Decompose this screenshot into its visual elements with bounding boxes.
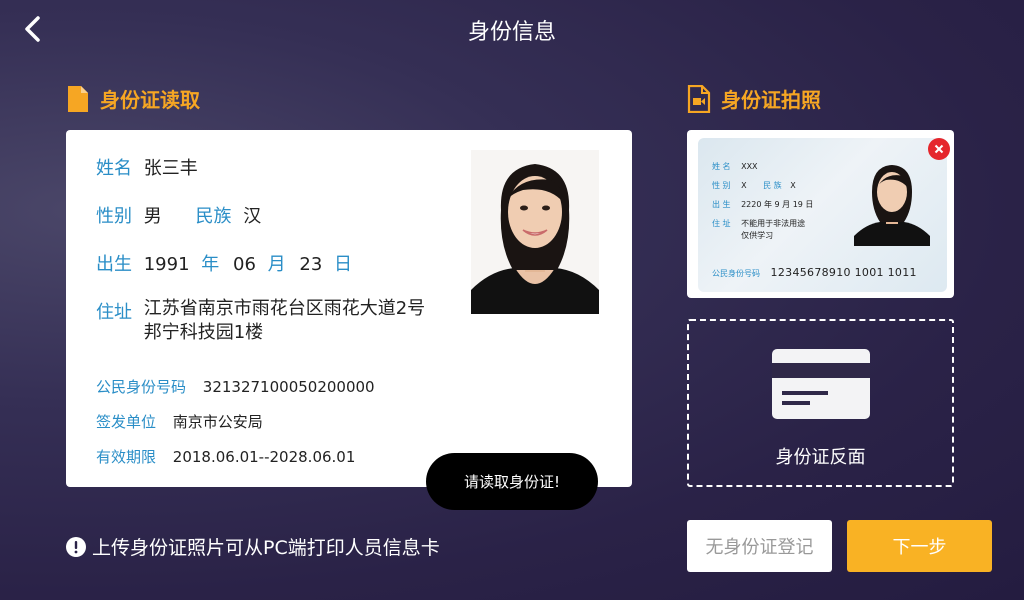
id-photo-heading: 身份证拍照 [687,84,821,113]
thumb-address-line-1: 不能用于非法用途 [741,219,806,228]
id-portrait-photo [471,150,599,314]
year-unit: 年 [201,254,220,275]
validity-value: 2018.06.01--2028.06.01 [172,448,356,466]
thumb-gender: X [741,181,747,190]
birth-year: 1991 [143,254,190,275]
gender-label: 性别 [96,206,132,227]
ethnic-label: 民族 [195,206,232,227]
id-back-upload-slot[interactable]: 身份证反面 [687,319,954,487]
birth-label: 出生 [96,254,132,275]
thumb-address-label: 住 址 [712,219,731,228]
id-card-back-icon [772,349,870,419]
thumb-ethnic-label: 民 族 [763,181,782,190]
birth-day: 23 [299,254,323,275]
page-title: 身份信息 [467,20,556,45]
address-row: 住址 江苏省南京市雨花台区雨花大道2号 邦宁科技园1楼 [96,298,425,345]
thumb-name-label: 姓 名 [712,162,731,171]
birth-row: 出生 1991 年 06 月 23 日 [96,250,352,276]
id-front-thumbnail: 姓 名 XXX 性 别 X 民 族 X 出 生 2220 年 9 月 19 日 … [698,138,947,292]
authority-value: 南京市公安局 [172,413,263,431]
authority-row: 签发单位 南京市公安局 [96,411,263,432]
thumb-address-line-2: 仅供学习 [741,231,774,240]
close-icon [934,144,944,154]
delete-photo-button[interactable] [928,138,950,160]
id-back-label: 身份证反面 [775,447,866,468]
upload-note-text: 上传身份证照片可从PC端打印人员信息卡 [92,537,440,559]
name-label: 姓名 [96,158,132,179]
address-label: 住址 [96,302,132,323]
no-id-register-button[interactable]: 无身份证登记 [687,520,832,572]
thumb-gender-label: 性 别 [712,181,731,190]
address-line-1: 江苏省南京市雨花台区雨花大道2号 [143,298,426,319]
id-number-value: 321327100050200000 [202,378,375,396]
read-id-toast: 请读取身份证! [426,453,598,510]
next-step-button[interactable]: 下一步 [847,520,992,572]
exclamation-circle-icon [66,536,86,557]
name-row: 姓名 张三丰 [96,154,198,180]
address-line-2: 邦宁科技园1楼 [143,322,264,343]
document-icon [68,85,88,112]
validity-row: 有效期限 2018.06.01--2028.06.01 [96,446,355,467]
thumb-name: XXX [741,162,758,171]
id-photo-heading-text: 身份证拍照 [721,88,821,112]
day-unit: 日 [334,254,353,275]
gender-value: 男 [143,206,162,227]
id-number-row: 公民身份号码 321327100050200000 [96,376,375,397]
month-unit: 月 [267,254,286,275]
gender-ethnic-row: 性别 男 民族 汉 [96,202,261,228]
id-front-photo-card[interactable]: 姓 名 XXX 性 别 X 民 族 X 出 生 2220 年 9 月 19 日 … [687,130,954,298]
authority-label: 签发单位 [96,413,157,431]
thumb-portrait [854,165,930,246]
thumb-birth-label: 出 生 [712,200,731,209]
birth-month: 06 [233,254,256,275]
ethnic-value: 汉 [243,206,262,227]
id-read-heading-text: 身份证读取 [100,88,200,112]
id-info-card: 姓名 张三丰 性别 男 民族 汉 出生 1991 年 06 月 23 日 住址 … [66,130,632,487]
thumb-birth: 2220 年 9 月 19 日 [741,200,814,209]
upload-note: 上传身份证照片可从PC端打印人员信息卡 [66,533,440,560]
validity-label: 有效期限 [96,448,157,466]
camera-document-icon [687,84,711,113]
thumb-number-label: 公民身份号码 [712,269,760,278]
id-number-label: 公民身份号码 [96,378,187,396]
id-read-heading: 身份证读取 [66,84,200,113]
name-value: 张三丰 [143,158,198,179]
thumb-ethnic: X [790,181,796,190]
thumb-number: 12345678910 1001 1011 [770,266,917,279]
